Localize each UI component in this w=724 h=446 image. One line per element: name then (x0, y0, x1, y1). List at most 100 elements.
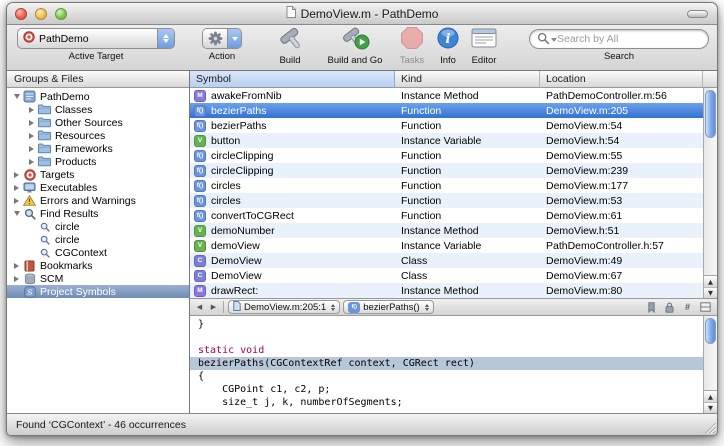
kind-cell: Instance Method (395, 90, 540, 102)
folder-icon (37, 155, 52, 168)
status-text: Found ‘CGContext’ - 46 occurrences (16, 419, 186, 431)
target-icon (22, 168, 37, 181)
symbol-name: circleClipping (211, 150, 273, 162)
sidebar-item-circle[interactable]: circle (7, 220, 189, 233)
sidebar-item-executables[interactable]: Executables (7, 181, 189, 194)
symbol-name: button (211, 135, 240, 147)
close-button[interactable] (15, 8, 27, 20)
build-button[interactable] (275, 28, 305, 53)
document-proxy-icon[interactable] (286, 5, 296, 23)
action-dropdown-arrow[interactable] (227, 29, 241, 48)
sidebar-item-classes[interactable]: Classes (7, 103, 189, 116)
sidebar-item-label: Executables (40, 182, 97, 194)
sidebar-item-errors-and-warnings[interactable]: Errors and Warnings (7, 194, 189, 207)
search-scope-arrow-icon (551, 38, 557, 42)
table-row[interactable]: MdrawRect:Instance MethodDemoView.m:80 (190, 283, 703, 298)
symbol-name: circles (211, 195, 241, 207)
back-button[interactable]: ◀ (194, 303, 205, 311)
code-editor[interactable]: } static voidbezierPaths(CGContextRef co… (190, 316, 703, 413)
method-icon: M (194, 90, 206, 102)
title-bar[interactable]: DemoView.m - PathDemo (7, 3, 717, 25)
search-icon (37, 220, 52, 233)
symbol-cell: VdemoView (190, 240, 395, 252)
disclosure-open-icon[interactable] (11, 91, 22, 102)
sidebar-item-scm[interactable]: SCM (7, 272, 189, 285)
table-row[interactable]: f()convertToCGRectFunctionDemoView.m:61 (190, 208, 703, 223)
sidebar-item-label: circle (55, 221, 80, 233)
disclosure-closed-icon[interactable] (26, 143, 37, 154)
toolbar-toggle-button[interactable] (687, 10, 708, 18)
disclosure-spacer (26, 234, 37, 245)
column-header-symbol[interactable]: Symbol (190, 71, 395, 88)
sidebar-item-find-results[interactable]: Find Results (7, 207, 189, 220)
table-row[interactable]: VdemoNumberInstance MethodDemoView.h:51 (190, 223, 703, 238)
forward-button[interactable]: ▶ (208, 303, 219, 311)
active-target-popup[interactable]: PathDemo (17, 28, 175, 49)
disclosure-open-icon[interactable] (11, 208, 22, 219)
counterpart-icon[interactable]: # (680, 301, 695, 314)
disclosure-closed-icon[interactable] (26, 117, 37, 128)
table-row[interactable]: f()circleClippingFunctionDemoView.m:55 (190, 148, 703, 163)
column-header-kind[interactable]: Kind (395, 71, 540, 88)
table-row[interactable]: f()circleClippingFunctionDemoView.m:239 (190, 163, 703, 178)
disclosure-closed-icon[interactable] (26, 156, 37, 167)
function-icon: f() (194, 105, 206, 117)
disclosure-closed-icon[interactable] (11, 169, 22, 180)
table-row[interactable]: MawakeFromNibInstance MethodPathDemoCont… (190, 88, 703, 103)
disclosure-closed-icon[interactable] (11, 260, 22, 271)
sidebar-item-other-sources[interactable]: Other Sources (7, 116, 189, 129)
zoom-button[interactable] (55, 8, 67, 20)
disclosure-closed-icon[interactable] (11, 273, 22, 284)
table-row[interactable]: VdemoViewInstance VariablePathDemoContro… (190, 238, 703, 253)
resize-grip[interactable] (703, 421, 716, 434)
sidebar-item-products[interactable]: Products (7, 155, 189, 168)
table-row[interactable]: f()circlesFunctionDemoView.m:177 (190, 178, 703, 193)
column-header-location[interactable]: Location (540, 71, 703, 88)
function-popup[interactable]: f() bezierPaths() (343, 300, 434, 314)
sidebar-item-project-symbols[interactable]: SProject Symbols (7, 285, 189, 298)
disclosure-closed-icon[interactable] (26, 104, 37, 115)
scroll-down-button[interactable]: ▼ (704, 402, 717, 413)
symbol-name: drawRect: (211, 285, 258, 297)
kind-cell: Function (395, 180, 540, 192)
scm-icon (22, 272, 37, 285)
file-history-popup[interactable]: DemoView.m:205:1 (228, 300, 340, 314)
scroll-up-button[interactable]: ▲ (704, 391, 717, 402)
disclosure-closed-icon[interactable] (26, 130, 37, 141)
build-and-go-button[interactable] (339, 28, 371, 53)
kind-cell: Instance Method (395, 285, 540, 297)
disclosure-closed-icon[interactable] (11, 195, 22, 206)
sidebar-item-cgcontext[interactable]: CGContext (7, 246, 189, 259)
info-button[interactable]: i (437, 28, 459, 53)
table-scrollbar-thumb[interactable] (705, 90, 716, 138)
table-row[interactable]: f()bezierPathsFunctionDemoView.m:54 (190, 118, 703, 133)
editor-scrollbar-thumb[interactable] (705, 318, 716, 344)
table-row[interactable]: f()circlesFunctionDemoView.m:53 (190, 193, 703, 208)
editor-scrollbar[interactable]: ▲ ▼ (703, 316, 717, 413)
symbol-cell: f()circleClipping (190, 150, 395, 162)
table-row[interactable]: VbuttonInstance VariableDemoView.h:54 (190, 133, 703, 148)
symbol-name: circleClipping (211, 165, 273, 177)
sidebar-item-label: CGContext (55, 247, 107, 259)
table-row[interactable]: f()bezierPathsFunctionDemoView.m:205 (190, 103, 703, 118)
table-row[interactable]: CDemoViewClassDemoView.m:49 (190, 253, 703, 268)
kind-cell: Function (395, 195, 540, 207)
editor-button[interactable] (471, 28, 497, 53)
action-button[interactable] (202, 28, 242, 49)
bookmark-icon[interactable] (644, 301, 659, 314)
disclosure-closed-icon[interactable] (11, 182, 22, 193)
lock-icon[interactable] (662, 301, 677, 314)
minimize-button[interactable] (35, 8, 47, 20)
table-scroll-buttons: ▲ ▼ (704, 275, 717, 298)
sidebar-item-frameworks[interactable]: Frameworks (7, 142, 189, 155)
sidebar-item-pathdemo[interactable]: PathDemo (7, 90, 189, 103)
sidebar-item-targets[interactable]: Targets (7, 168, 189, 181)
sidebar-item-circle[interactable]: circle (7, 233, 189, 246)
table-row[interactable]: CDemoViewClassDemoView.m:67 (190, 268, 703, 283)
sidebar-item-bookmarks[interactable]: Bookmarks (7, 259, 189, 272)
sidebar-item-resources[interactable]: Resources (7, 129, 189, 142)
table-scrollbar[interactable]: ▲ ▼ (703, 88, 717, 298)
scroll-up-button[interactable]: ▲ (704, 276, 717, 287)
scroll-down-button[interactable]: ▼ (704, 287, 717, 298)
split-editor-icon[interactable] (698, 301, 713, 314)
